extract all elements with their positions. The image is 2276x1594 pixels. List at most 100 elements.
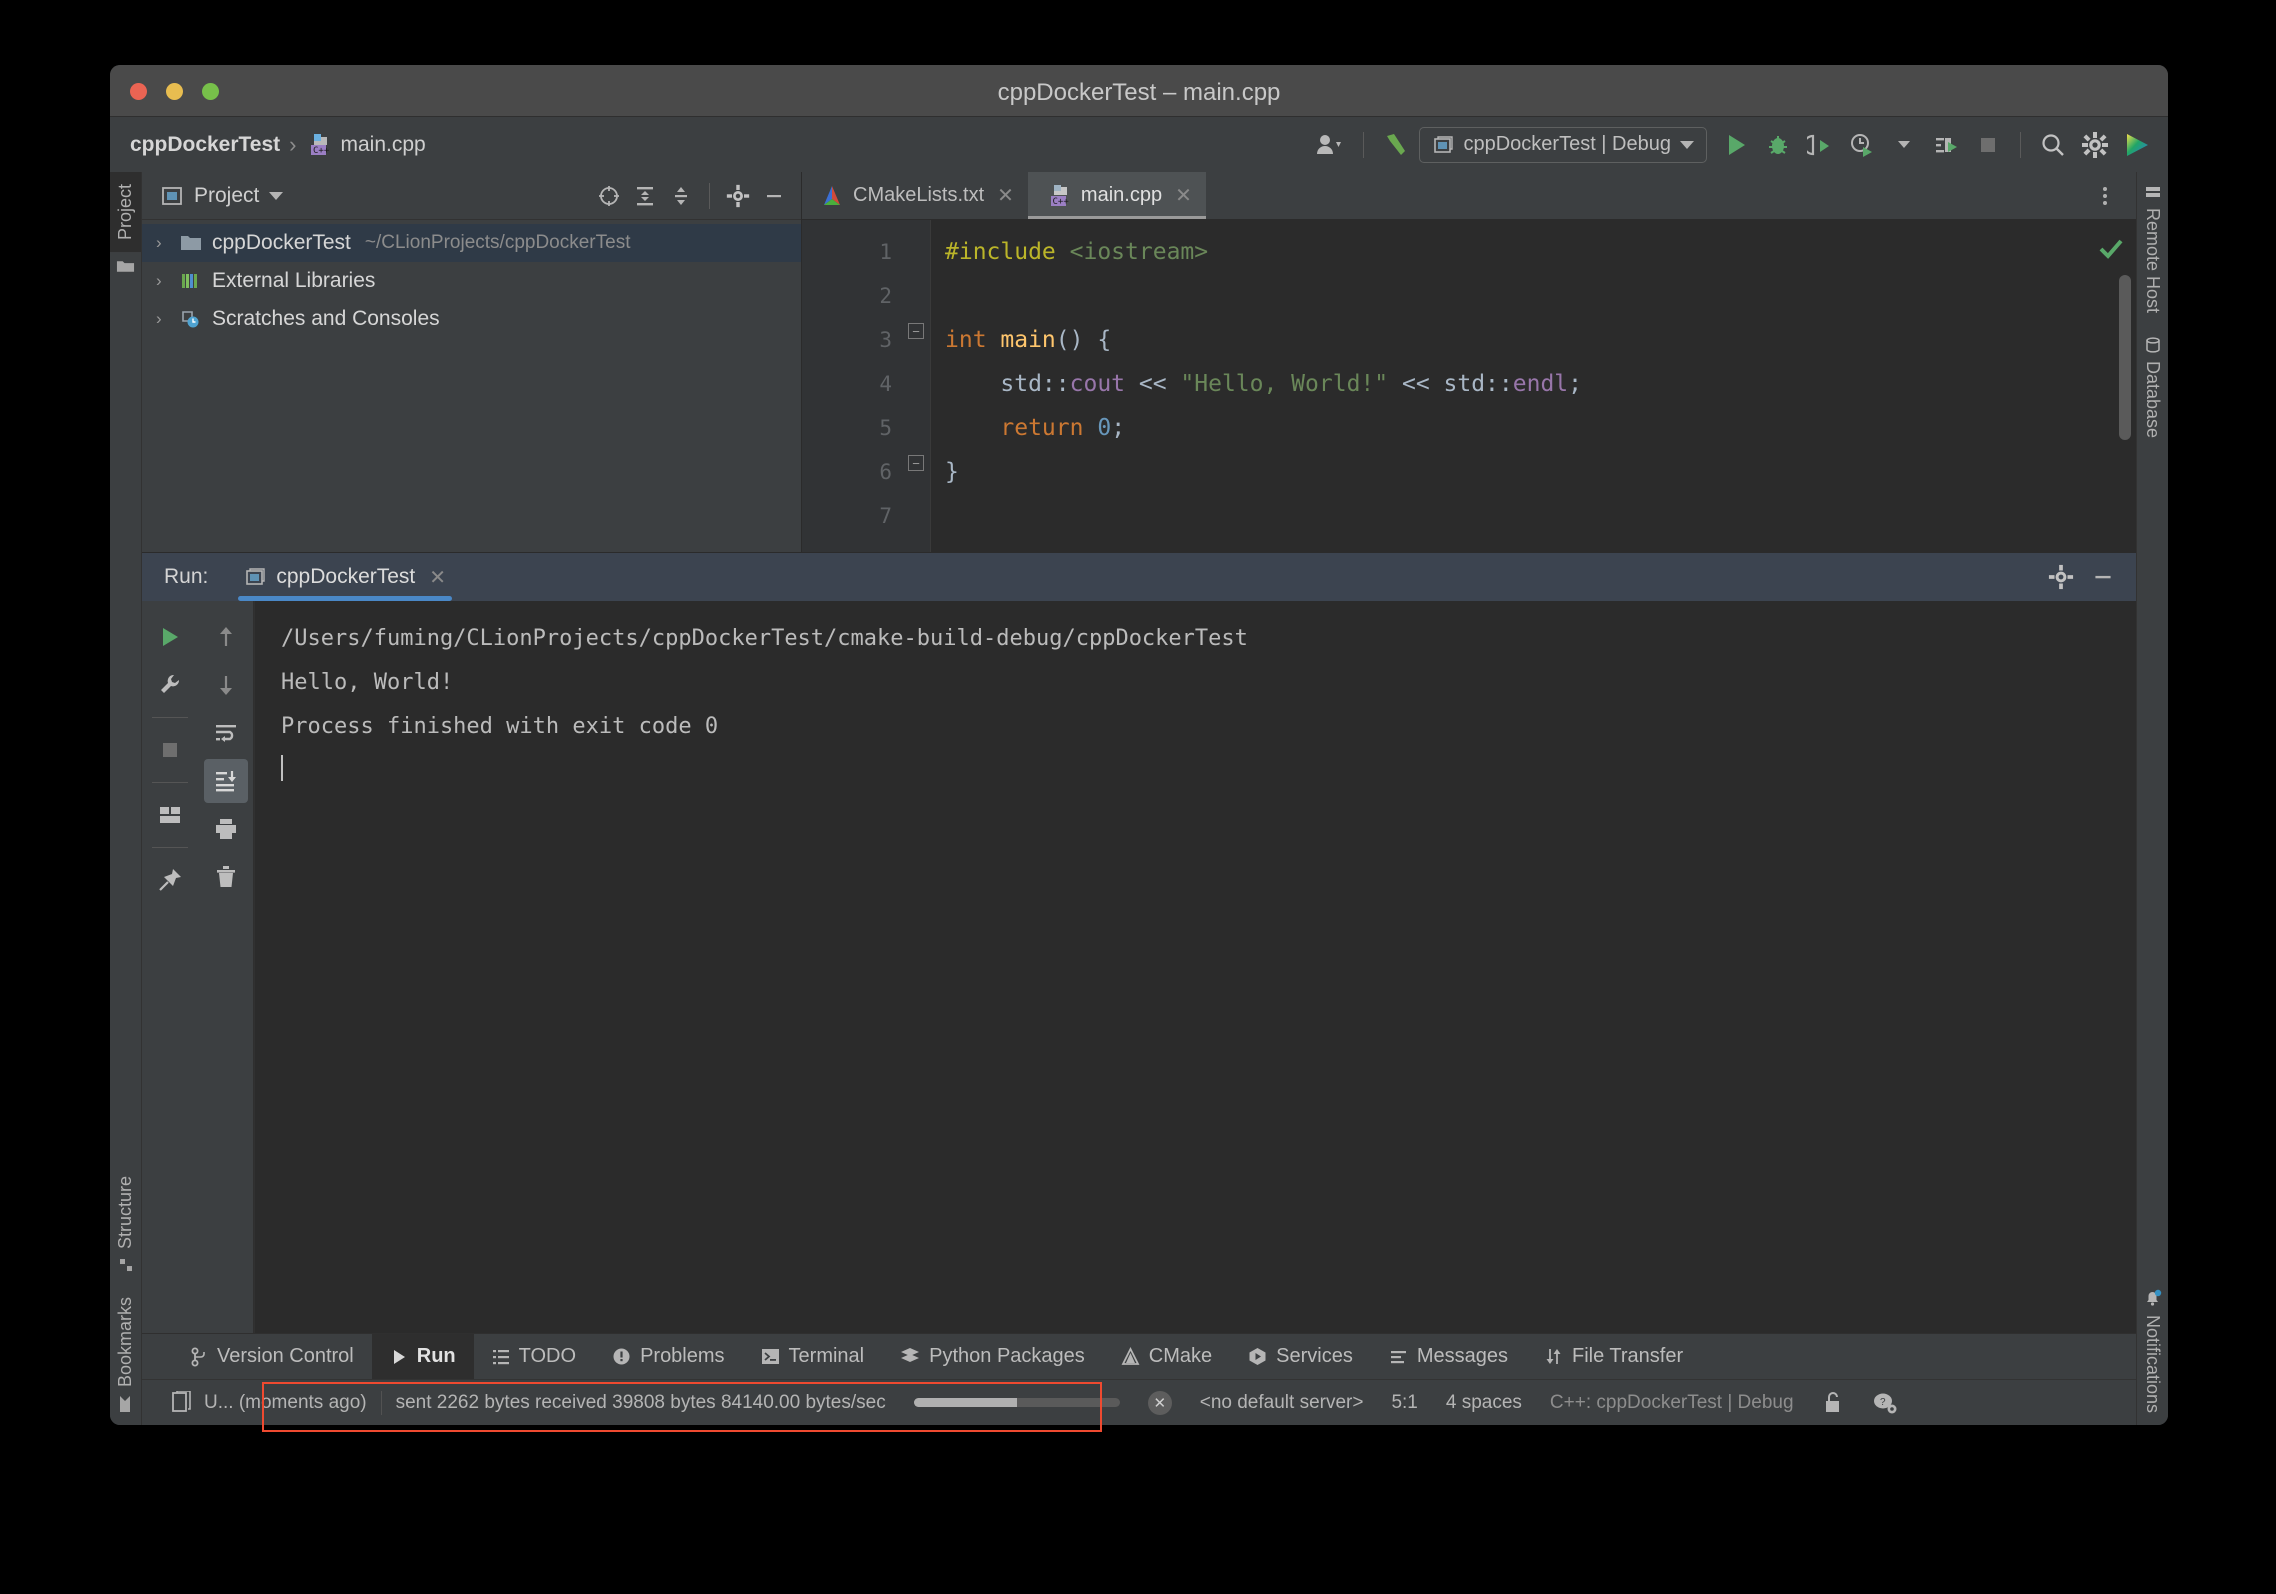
breadcrumb-file[interactable]: main.cpp: [341, 133, 426, 157]
run-window-label: Run:: [164, 565, 209, 588]
close-icon[interactable]: ✕: [997, 183, 1014, 208]
cpp-file-icon: C++: [306, 132, 332, 158]
select-opened-file-icon[interactable]: [592, 179, 626, 213]
stop-process-icon[interactable]: [148, 728, 192, 772]
search-icon[interactable]: [2034, 126, 2072, 164]
bottom-tab-file-transfer[interactable]: File Transfer: [1526, 1334, 1701, 1379]
editor-scrollbar[interactable]: [2119, 275, 2131, 440]
fold-collapse-end-icon[interactable]: −: [908, 455, 924, 471]
inspection-ok-checkmark-icon[interactable]: [2096, 234, 2126, 264]
sidebar-item-structure[interactable]: Structure: [110, 1164, 141, 1285]
status-caret-position[interactable]: 5:1: [1377, 1392, 1431, 1414]
line-number: 1: [879, 240, 892, 264]
user-account-icon[interactable]: [1312, 126, 1350, 164]
build-hammer-icon[interactable]: [1377, 126, 1415, 164]
center-column: Project › cppDockerTest ~/CLionProjects/…: [142, 172, 2136, 1425]
chevron-right-icon[interactable]: ›: [156, 271, 170, 291]
tab-main-cpp[interactable]: C++ main.cpp ✕: [1027, 172, 1206, 219]
breadcrumb-project[interactable]: cppDockerTest: [130, 133, 280, 157]
sidebar-item-bookmarks[interactable]: Bookmarks: [110, 1285, 141, 1425]
bottom-tab-run[interactable]: Run: [371, 1334, 474, 1379]
hide-run-panel-icon[interactable]: [2086, 560, 2120, 594]
bottom-tab-services[interactable]: Services: [1230, 1334, 1371, 1379]
tree-row-external-libraries[interactable]: › External Libraries: [142, 262, 801, 300]
status-language-config[interactable]: C++: cppDockerTest | Debug: [1536, 1392, 1808, 1414]
run-configuration-selector[interactable]: cppDockerTest | Debug: [1419, 126, 1707, 163]
chevron-down-icon[interactable]: [269, 191, 284, 200]
stop-icon[interactable]: [1969, 126, 2007, 164]
scroll-to-end-icon[interactable]: [203, 759, 248, 803]
print-icon[interactable]: [204, 807, 248, 851]
bottom-tab-cmake[interactable]: CMake: [1103, 1334, 1230, 1379]
console-line: Process finished with exit code 0: [281, 714, 719, 739]
bottom-tab-messages[interactable]: Messages: [1371, 1334, 1526, 1379]
code-text[interactable]: #include <iostream> int main() { std::co…: [930, 220, 2090, 552]
layout-icon[interactable]: [148, 793, 192, 837]
ide-logo-icon[interactable]: [2118, 126, 2156, 164]
run-tool-window: Run: cppDockerTest ✕ /Users/fuming/CLion…: [142, 552, 2136, 1333]
chevron-right-icon[interactable]: ›: [156, 233, 170, 253]
wrench-settings-icon[interactable]: [148, 663, 192, 707]
chevron-right-icon[interactable]: ›: [156, 309, 170, 329]
bottom-tab-todo[interactable]: TODO: [474, 1334, 594, 1379]
status-lock[interactable]: [1808, 1391, 1858, 1415]
sidebar-item-database[interactable]: Database: [2137, 325, 2168, 450]
sidebar-item-notifications[interactable]: Notifications: [2137, 1277, 2168, 1425]
sidebar-item-project[interactable]: Project: [110, 172, 141, 253]
language-config-label: C++: cppDockerTest | Debug: [1549, 1391, 1794, 1413]
pin-tab-icon[interactable]: [148, 858, 192, 902]
down-arrow-icon[interactable]: [204, 663, 248, 707]
run-settings-gear-icon[interactable]: [2044, 560, 2078, 594]
expand-all-icon[interactable]: [628, 179, 662, 213]
clear-all-trash-icon[interactable]: [204, 855, 248, 899]
status-update-info[interactable]: U... (moments ago): [158, 1390, 381, 1415]
close-icon[interactable]: ✕: [429, 565, 446, 590]
status-help[interactable]: ?: [1858, 1391, 1912, 1415]
bottom-tab-label: Run: [416, 1345, 456, 1367]
bottom-tab-version-control[interactable]: Version Control: [172, 1334, 372, 1379]
profile-dropdown-icon[interactable]: [1885, 126, 1923, 164]
bottom-tab-terminal[interactable]: Terminal: [743, 1334, 883, 1379]
settings-gear-icon[interactable]: [2076, 126, 2114, 164]
status-default-server[interactable]: <no default server>: [1186, 1392, 1378, 1414]
run-tab-cppdockertest[interactable]: cppDockerTest ✕: [230, 553, 460, 601]
close-icon[interactable]: ✕: [1175, 183, 1192, 208]
status-cancel-button[interactable]: ✕: [1134, 1390, 1186, 1415]
run-console-output[interactable]: /Users/fuming/CLionProjects/cppDockerTes…: [254, 601, 2136, 1333]
tab-cmakelists[interactable]: CMakeLists.txt ✕: [802, 172, 1028, 219]
tree-row-scratches[interactable]: › Scratches and Consoles: [142, 300, 801, 338]
run-icon[interactable]: [1717, 126, 1755, 164]
profile-icon[interactable]: [1843, 126, 1881, 164]
right-tool-stripe: Remote Host Database Notifications: [2136, 172, 2168, 1425]
code-editor[interactable]: 1 2 3 4 5 6 7 − − #include <iostream> in…: [802, 220, 2136, 552]
notification-bell-icon: [2144, 1289, 2162, 1307]
cpp-file-icon: C++: [1046, 183, 1072, 209]
attach-to-process-icon[interactable]: [1927, 126, 1965, 164]
tree-row-project-root[interactable]: › cppDockerTest ~/CLionProjects/cppDocke…: [142, 224, 801, 262]
collapse-all-icon[interactable]: [664, 179, 698, 213]
editor-area: CMakeLists.txt ✕ C++ main.cpp ✕ 1 2 3 4 …: [802, 172, 2136, 552]
cancel-circle-x-icon[interactable]: ✕: [1147, 1390, 1172, 1415]
tree-item-path: ~/CLionProjects/cppDockerTest: [364, 232, 631, 253]
more-options-icon[interactable]: [2086, 177, 2124, 215]
fold-collapse-icon[interactable]: −: [908, 323, 924, 339]
project-view-icon: [160, 184, 184, 208]
sidebar-item-remote-host[interactable]: Remote Host: [2137, 172, 2168, 325]
status-indent[interactable]: 4 spaces: [1432, 1392, 1536, 1414]
divider: [152, 847, 188, 848]
hide-panel-icon[interactable]: [757, 179, 791, 213]
panel-divider: [709, 182, 710, 209]
console-line: /Users/fuming/CLionProjects/cppDockerTes…: [281, 626, 1248, 651]
chevron-down-icon[interactable]: [1680, 140, 1694, 149]
messages-icon: [1389, 1347, 1408, 1366]
run-with-coverage-icon[interactable]: [1801, 126, 1839, 164]
soft-wrap-icon[interactable]: [204, 711, 248, 755]
debug-icon[interactable]: [1759, 126, 1797, 164]
rerun-icon[interactable]: [148, 615, 192, 659]
bottom-tab-problems[interactable]: Problems: [594, 1334, 742, 1379]
panel-settings-gear-icon[interactable]: [721, 179, 755, 213]
up-arrow-icon[interactable]: [204, 615, 248, 659]
bottom-tab-python-packages[interactable]: Python Packages: [882, 1334, 1103, 1379]
status-update-label: U... (moments ago): [204, 1391, 367, 1413]
clion-window: cppDockerTest – main.cpp cppDockerTest ›…: [110, 65, 2168, 1425]
